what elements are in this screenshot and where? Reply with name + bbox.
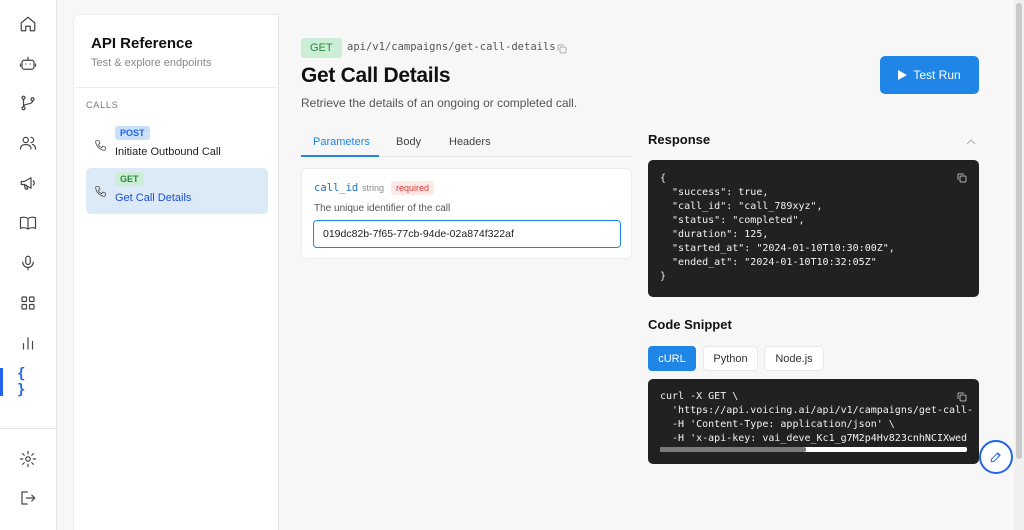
gear-icon[interactable] <box>17 448 39 470</box>
phone-icon <box>94 185 108 199</box>
code-braces-icon[interactable]: { } <box>17 366 39 398</box>
call-id-input[interactable] <box>313 220 621 248</box>
rail-divider <box>0 428 57 429</box>
active-tab-indicator <box>301 155 379 157</box>
page-title: Get Call Details <box>301 64 451 87</box>
lang-tab-python[interactable]: Python <box>703 346 758 371</box>
method-badge-post: POST <box>115 126 150 140</box>
endpoint-path: api/v1/campaigns/get-call-details <box>347 41 556 53</box>
sidebar-divider <box>74 87 278 88</box>
lang-tab-nodejs[interactable]: Node.js <box>764 346 824 371</box>
required-badge: required <box>391 181 435 195</box>
request-tabs: Parameters Body Headers <box>301 130 632 157</box>
test-run-label: Test Run <box>913 68 961 82</box>
edit-note-icon <box>990 452 1001 463</box>
book-icon[interactable] <box>17 212 39 234</box>
feedback-fab[interactable] <box>979 440 1013 474</box>
response-title: Response <box>648 132 711 147</box>
users-icon[interactable] <box>17 132 39 154</box>
param-name: call_id <box>314 182 359 194</box>
sidebar-item-get-call-details[interactable]: GET Get Call Details <box>86 168 268 214</box>
sidebar-item-label: Get Call Details <box>115 192 192 204</box>
page-scrollbar[interactable] <box>1014 0 1024 530</box>
phone-icon <box>94 139 108 153</box>
copy-response-icon[interactable] <box>956 171 968 183</box>
lang-tab-curl[interactable]: cURL <box>648 346 696 371</box>
chevron-up-icon[interactable] <box>965 134 977 145</box>
copy-snippet-icon[interactable] <box>956 390 968 402</box>
code-snippet-title: Code Snippet <box>648 317 732 332</box>
sidebar-title: API Reference <box>91 35 193 52</box>
branch-icon[interactable] <box>17 92 39 114</box>
play-icon <box>898 70 908 80</box>
copy-path-icon[interactable] <box>556 42 568 54</box>
bot-icon[interactable] <box>17 53 39 75</box>
sidebar-subtitle: Test & explore endpoints <box>91 57 212 69</box>
logout-icon[interactable] <box>17 487 39 509</box>
rail-active-indicator <box>0 368 3 396</box>
snippet-code: curl -X GET \ 'https://api.voicing.ai/ap… <box>660 391 974 444</box>
icon-rail: { } <box>0 0 57 530</box>
mic-icon[interactable] <box>17 252 39 274</box>
snippet-horizontal-scrollbar[interactable] <box>660 447 967 452</box>
tab-parameters[interactable]: Parameters <box>313 136 370 148</box>
endpoint-method-badge: GET <box>301 38 342 58</box>
parameter-card: call_id string required The unique ident… <box>301 168 632 259</box>
snippet-code-block: curl -X GET \ 'https://api.voicing.ai/ap… <box>648 379 979 464</box>
snippet-scroll-thumb[interactable] <box>660 447 806 452</box>
bar-chart-icon[interactable] <box>17 332 39 354</box>
sidebar-section-label: CALLS <box>86 100 119 110</box>
param-type: string <box>362 183 385 193</box>
response-code: { "success": true, "call_id": "call_789x… <box>660 173 895 282</box>
response-code-block: { "success": true, "call_id": "call_789x… <box>648 160 979 297</box>
tab-body[interactable]: Body <box>396 136 421 148</box>
sidebar-item-initiate-outbound-call[interactable]: POST Initiate Outbound Call <box>86 122 268 168</box>
sidebar-item-label: Initiate Outbound Call <box>115 146 221 158</box>
api-reference-sidebar: API Reference Test & explore endpoints C… <box>73 14 279 530</box>
grid-icon[interactable] <box>17 292 39 314</box>
method-badge-get: GET <box>115 172 144 186</box>
param-description: The unique identifier of the call <box>314 203 451 214</box>
home-icon[interactable] <box>17 13 39 35</box>
test-run-button[interactable]: Test Run <box>880 56 979 94</box>
megaphone-icon[interactable] <box>17 172 39 194</box>
page-description: Retrieve the details of an ongoing or co… <box>301 96 578 110</box>
tab-headers[interactable]: Headers <box>449 136 491 148</box>
page-scroll-thumb[interactable] <box>1016 3 1022 459</box>
